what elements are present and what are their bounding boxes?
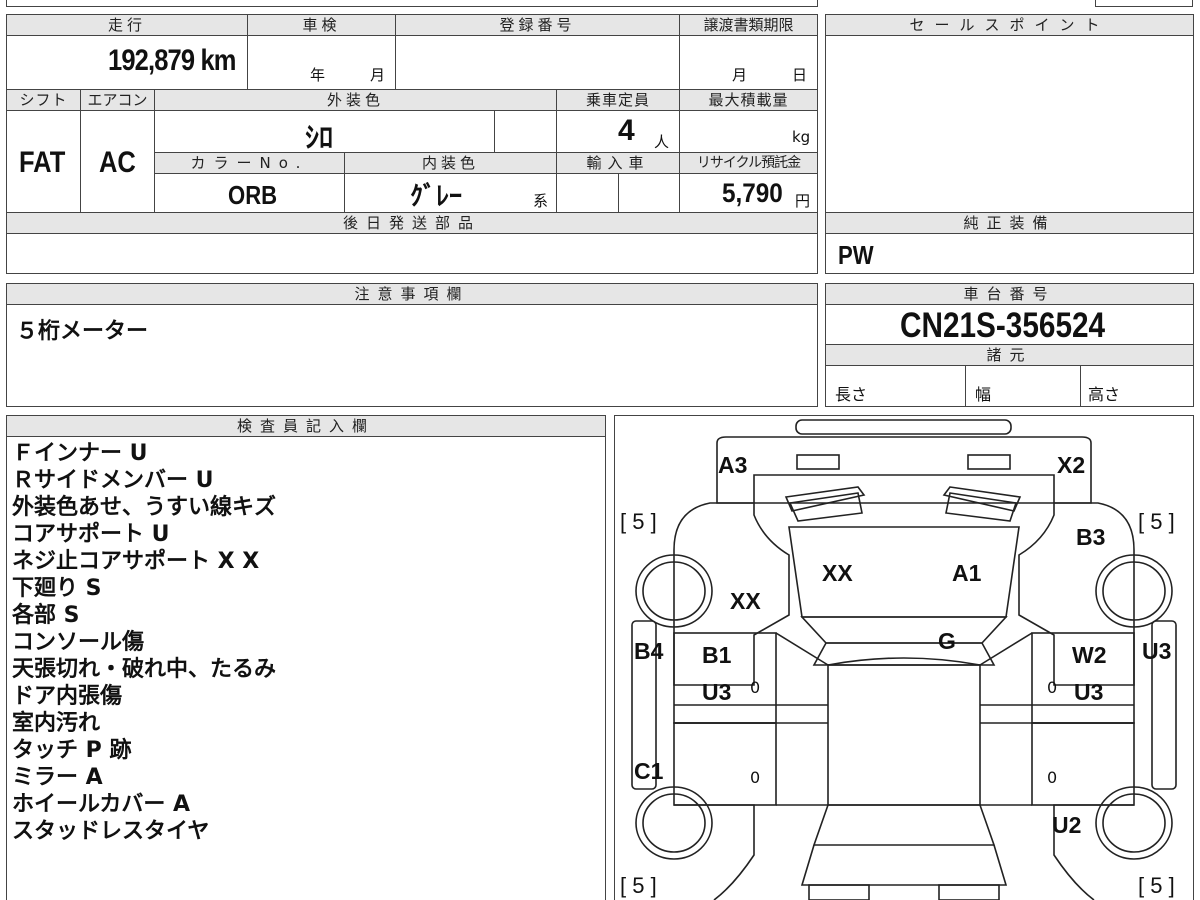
registration-cell (395, 35, 680, 90)
note-line: 各部 S (12, 603, 80, 628)
header-transfer-deadline: 譲渡書類期限 (679, 14, 818, 36)
damage-xx-hood: XX (822, 560, 853, 586)
inspector-notes-list: Ｆインナー U Ｒサイドメンバー U 外装色あせ、うすい線キズ コアサポート U… (12, 440, 276, 845)
header-specs: 諸元 (825, 344, 1194, 366)
zero-mark: 0 (1047, 678, 1058, 697)
capacity-unit: 人 (654, 133, 670, 151)
damage-u3-left: U3 (702, 679, 732, 705)
note-line: スタッドレスタイヤ (12, 819, 210, 844)
note-line: ホイールカバー A (12, 792, 191, 817)
interior-color-suffix: 系 (533, 192, 549, 210)
damage-x2: X2 (1057, 452, 1086, 478)
exterior-color-extra-cell (494, 110, 557, 153)
transfer-day-unit: 日 (792, 66, 808, 84)
imported-cell-b (618, 173, 680, 213)
note-line: ミラー A (12, 765, 103, 790)
interior-color-value: ｸﾞﾚｰ (410, 181, 463, 211)
header-aircon: エアコン (80, 89, 155, 111)
caution-value: ５桁メーター (16, 319, 149, 344)
imported-cell-a (556, 173, 619, 213)
max-load-unit: kg (792, 128, 811, 146)
note-line: ネジ止コアサポート X X (12, 549, 260, 574)
damage-g: G (938, 628, 956, 654)
tire-front-right-label: [ 5 ] (1138, 509, 1175, 534)
length-label: 長さ (835, 385, 868, 404)
header-capacity: 乗車定員 (556, 89, 680, 111)
zero-mark: 0 (750, 678, 761, 697)
inspection-month-unit: 月 (370, 66, 386, 84)
aircon-value: AC (99, 146, 136, 179)
header-mileage: 走行 (6, 14, 248, 36)
recycle-fee-unit: 円 (795, 192, 811, 210)
top-strip-right (1095, 0, 1193, 7)
width-label: 幅 (975, 385, 992, 404)
tire-front-left-label: [ 5 ] (620, 509, 657, 534)
header-shift: シフト (6, 89, 81, 111)
note-line: コアサポート U (12, 522, 170, 547)
inspection-year-unit: 年 (310, 66, 326, 84)
header-exterior-color: 外装色 (154, 89, 557, 111)
height-label: 高さ (1088, 385, 1121, 404)
zero-mark: 0 (1047, 768, 1058, 787)
header-recycle-fee: リサイクル預託金 (679, 152, 818, 174)
header-genuine-equipment: 純正装備 (825, 212, 1194, 234)
header-later-parts: 後日発送部品 (6, 212, 818, 234)
note-line: タッチ P 跡 (12, 738, 132, 763)
damage-a1: A1 (952, 560, 982, 586)
chassis-no-value: CN21S-356524 (900, 306, 1106, 345)
damage-xx-left: XX (730, 588, 761, 614)
header-sales-point: セールスポイント (825, 14, 1194, 36)
note-line: 外装色あせ、うすい線キズ (12, 495, 277, 520)
damage-w2: W2 (1072, 642, 1107, 668)
damage-u3-right: U3 (1142, 638, 1172, 664)
header-color-no: カラーNo. (154, 152, 345, 174)
header-inspector-notes: 検査員記入欄 (6, 415, 606, 437)
note-line: Ｒサイドメンバー U (12, 468, 214, 493)
note-line: 下廻り S (12, 576, 102, 601)
header-max-load: 最大積載量 (679, 89, 818, 111)
note-line: 天張切れ・破れ中、たるみ (12, 657, 277, 682)
damage-b1: B1 (702, 642, 732, 668)
header-interior-color: 内装色 (344, 152, 557, 174)
damage-b4: B4 (634, 638, 664, 664)
recycle-fee-value: 5,790 (722, 178, 783, 208)
header-imported: 輸入車 (556, 152, 680, 174)
tire-rear-left-label: [ 5 ] (620, 873, 657, 898)
transfer-month-unit: 月 (732, 66, 748, 84)
exterior-color-value: ｼﾛ (305, 122, 334, 153)
header-inspection: 車検 (247, 14, 396, 36)
damage-c1: C1 (634, 758, 664, 784)
note-line: コンソール傷 (12, 630, 145, 655)
zero-mark: 0 (750, 768, 761, 787)
genuine-equipment-value: PW (838, 240, 874, 270)
mileage-value: 192,879 km (108, 44, 236, 77)
color-no-value: ORB (228, 180, 278, 210)
capacity-value: 4 (618, 114, 635, 147)
note-line: ドア内張傷 (12, 684, 123, 709)
damage-u2: U2 (1052, 812, 1082, 838)
damage-u3-right-door: U3 (1074, 679, 1104, 705)
tire-rear-right-label: [ 5 ] (1138, 873, 1175, 898)
header-registration-no: 登録番号 (395, 14, 680, 36)
sales-point-box (825, 14, 1194, 274)
damage-a3: A3 (718, 452, 748, 478)
shift-value: FAT (19, 146, 66, 179)
later-parts-cell (6, 233, 818, 274)
car-diagram (631, 419, 1177, 900)
header-caution: 注意事項欄 (6, 283, 818, 305)
header-chassis-no: 車台番号 (825, 283, 1194, 305)
note-line: 室内汚れ (12, 711, 101, 736)
note-line: Ｆインナー U (12, 441, 148, 466)
damage-b3: B3 (1076, 524, 1106, 550)
top-strip (6, 0, 818, 7)
